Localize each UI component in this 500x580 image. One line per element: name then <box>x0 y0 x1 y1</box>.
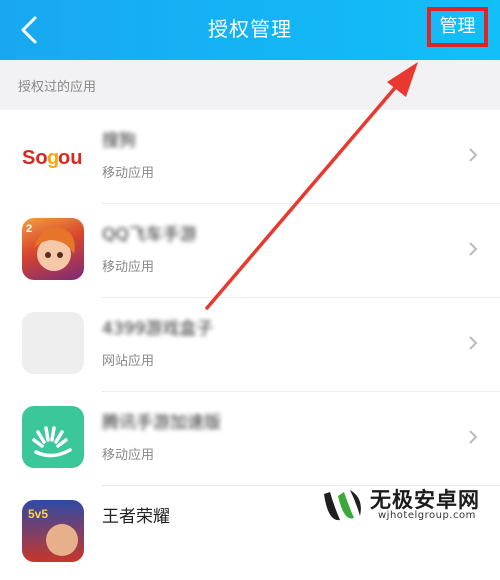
app-type: 网站应用 <box>102 354 155 369</box>
qq-speed-game-icon: 2 <box>22 218 84 280</box>
app-type: 移动应用 <box>102 448 155 463</box>
sogou-logo: So g ou <box>22 124 84 186</box>
honor-of-kings-icon: 5v5 <box>22 500 84 562</box>
svg-text:5v5: 5v5 <box>28 507 48 521</box>
app-name: 王者荣耀 <box>102 507 170 527</box>
svg-text:So: So <box>22 147 48 169</box>
app-name: 4399游戏盒子 <box>102 319 214 339</box>
page-title: 授权管理 <box>208 17 292 41</box>
list-item[interactable]: 2 QQ飞车手游 移动应用 <box>0 204 500 298</box>
section-header: 授权过的应用 <box>0 60 500 110</box>
green-app-icon <box>22 406 84 468</box>
section-label: 授权过的应用 <box>18 80 97 95</box>
watermark-logo-icon <box>324 490 361 521</box>
placeholder-icon <box>22 312 84 374</box>
chevron-right-icon <box>469 336 478 350</box>
chevron-right-icon <box>469 242 478 256</box>
svg-text:2: 2 <box>26 223 32 235</box>
app-name: 腾讯手游加速版 <box>102 413 221 433</box>
watermark-url: wjhotelgroup.com <box>378 510 476 521</box>
app-header: 授权管理 管理 <box>0 0 500 60</box>
chevron-right-icon <box>469 148 478 162</box>
watermark: 无极安卓网 wjhotelgroup.com <box>320 482 500 527</box>
manage-button[interactable]: 管理 <box>427 7 488 47</box>
list-item[interactable]: So g ou 搜狗 移动应用 <box>0 110 500 204</box>
app-type: 移动应用 <box>102 260 155 275</box>
list-item[interactable]: 4399游戏盒子 网站应用 <box>0 298 500 392</box>
app-type: 移动应用 <box>102 166 155 181</box>
app-name: 搜狗 <box>102 131 136 151</box>
chevron-right-icon <box>469 430 478 444</box>
app-name: QQ飞车手游 <box>102 225 197 245</box>
svg-text:ou: ou <box>58 147 82 169</box>
list-item[interactable]: 腾讯手游加速版 移动应用 <box>0 392 500 486</box>
